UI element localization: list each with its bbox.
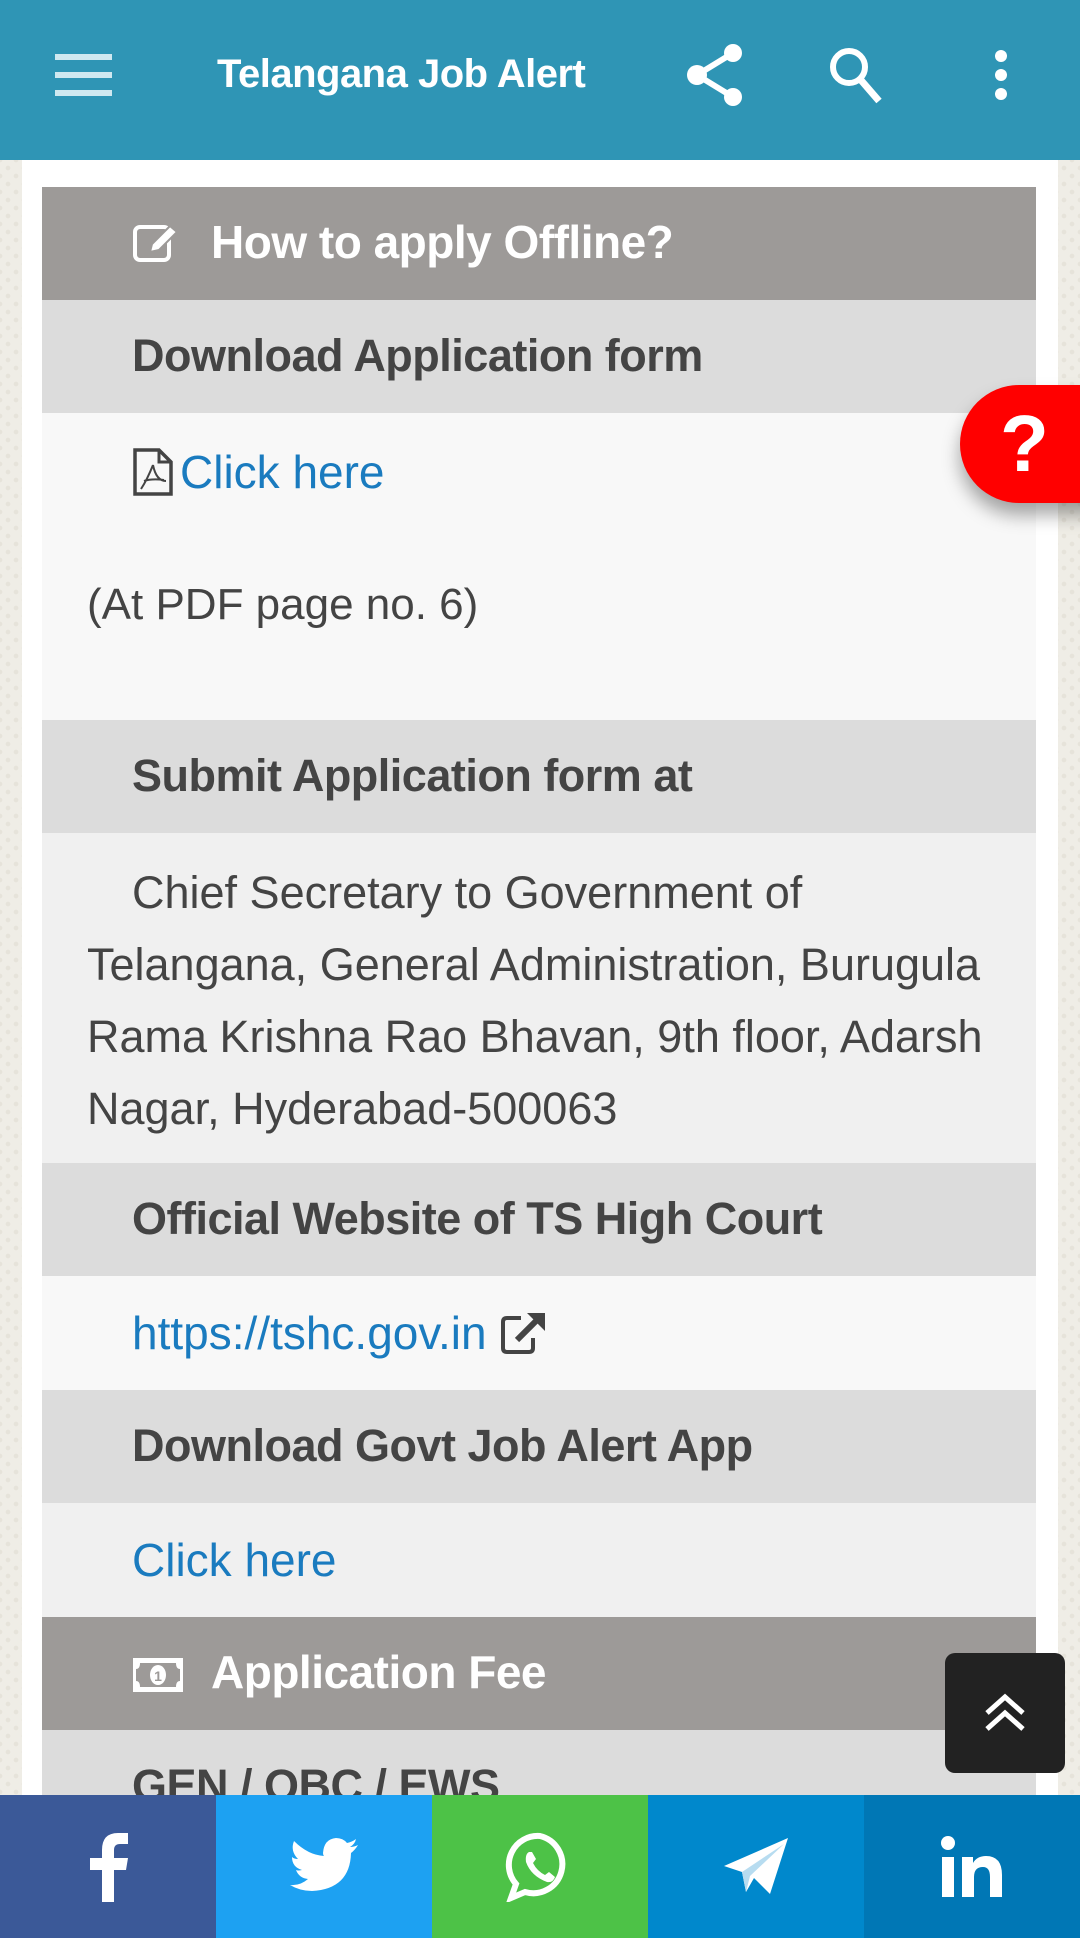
scroll-to-top-button[interactable] [945, 1653, 1065, 1773]
app-title: Telangana Job Alert [217, 52, 586, 96]
subheader-download-app: Download Govt Job Alert App [42, 1390, 1036, 1503]
submit-address-content: Chief Secretary to Government of Telanga… [42, 833, 1036, 1163]
official-website-content: https://tshc.gov.in [42, 1276, 1036, 1390]
linkedin-icon [941, 1835, 1002, 1897]
subheader-submit-at: Submit Application form at [42, 720, 1036, 833]
share-bar [0, 1795, 1080, 1938]
share-button[interactable] [680, 40, 750, 110]
search-button[interactable] [822, 40, 892, 110]
subheader-title: Submit Application form at [132, 750, 693, 801]
search-icon [830, 48, 882, 104]
share-facebook-button[interactable] [0, 1795, 216, 1938]
svg-text:1: 1 [154, 1668, 162, 1684]
subheader-official-website: Official Website of TS High Court [42, 1163, 1036, 1276]
download-app-content: Click here [42, 1503, 1036, 1617]
share-linkedin-button[interactable] [864, 1795, 1080, 1938]
section-header-how-to-apply: How to apply Offline? [42, 187, 1036, 300]
official-website-url: https://tshc.gov.in [132, 1307, 487, 1359]
submit-address: Chief Secretary to Government of Telanga… [87, 867, 983, 1134]
subheader-download-form: Download Application form [42, 300, 1036, 413]
download-form-link[interactable]: Click here [132, 445, 385, 499]
subheader-title: Official Website of TS High Court [132, 1193, 823, 1244]
twitter-icon [290, 1837, 358, 1891]
pdf-icon [133, 448, 173, 496]
subheader-title: Download Govt Job Alert App [132, 1420, 753, 1471]
share-twitter-button[interactable] [216, 1795, 432, 1938]
content-card: How to apply Offline? Download Applicati… [22, 160, 1058, 1843]
edit-icon [133, 224, 179, 262]
section-title: Application Fee [211, 1646, 546, 1698]
menu-button[interactable] [55, 54, 112, 96]
share-telegram-button[interactable] [648, 1795, 864, 1938]
subheader-title: Download Application form [132, 330, 703, 381]
section-title: How to apply Offline? [211, 216, 674, 268]
app-bar: Telangana Job Alert [0, 0, 1080, 160]
more-options-button[interactable] [966, 40, 1036, 110]
official-website-link[interactable]: https://tshc.gov.in [132, 1306, 549, 1360]
menu-icon-bar [55, 90, 112, 96]
download-app-link[interactable]: Click here [132, 1533, 337, 1587]
external-link-icon [500, 1313, 545, 1354]
pdf-page-note: (At PDF page no. 6) [87, 580, 479, 629]
share-whatsapp-button[interactable] [432, 1795, 648, 1938]
telegram-icon [724, 1837, 788, 1894]
whatsapp-icon [505, 1832, 566, 1902]
money-icon: 1 [133, 1658, 183, 1692]
share-icon [687, 44, 742, 106]
download-form-content: Click here (At PDF page no. 6) [42, 413, 1036, 720]
menu-icon-bar [55, 72, 112, 78]
download-form-link-label: Click here [180, 446, 385, 498]
facebook-icon [90, 1832, 128, 1902]
double-chevron-up-icon [985, 1693, 1025, 1731]
section-header-application-fee: 1 Application Fee [42, 1617, 1036, 1730]
menu-icon [55, 54, 112, 60]
help-button[interactable]: ? [960, 385, 1080, 503]
more-vert-icon [995, 50, 1007, 100]
